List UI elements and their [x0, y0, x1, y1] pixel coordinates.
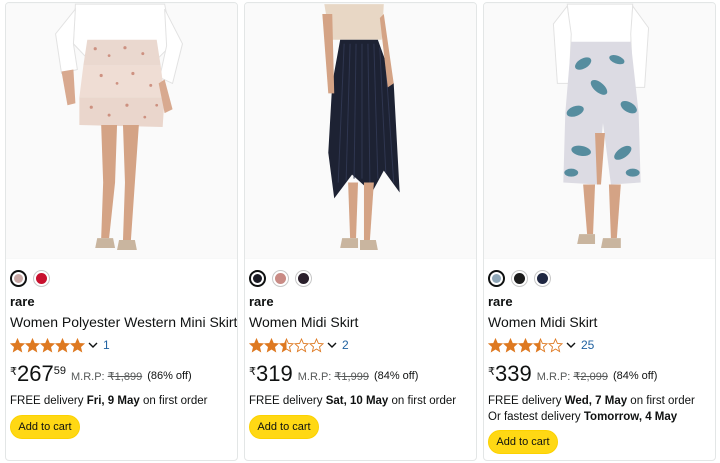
- delivery-prefix: FREE delivery: [488, 395, 565, 407]
- star-icon: [533, 337, 548, 352]
- product-image[interactable]: [484, 3, 715, 259]
- add-to-cart-button[interactable]: Add to cart: [488, 430, 558, 454]
- star-icon: [249, 337, 264, 352]
- fastest-delivery-prefix: Or fastest delivery: [488, 411, 584, 423]
- product-title[interactable]: Women Midi Skirt: [488, 314, 597, 330]
- delivery-suffix: on first order: [627, 395, 695, 407]
- mrp-value: ₹1,999: [334, 371, 369, 383]
- discount: (84% off): [373, 370, 419, 382]
- color-swatch[interactable]: [33, 269, 50, 287]
- chevron-down-icon[interactable]: [565, 339, 577, 351]
- rating-count[interactable]: 2: [342, 338, 349, 352]
- color-swatch[interactable]: [272, 269, 289, 287]
- add-to-cart-button[interactable]: Add to cart: [249, 415, 319, 439]
- delivery-suffix: on first order: [139, 395, 208, 407]
- product-card: rare Women Midi Skirt 25 ₹ 339 M.R.P: ₹2…: [483, 2, 716, 461]
- mrp-label: M.R.P:: [536, 371, 571, 383]
- star-icon: [548, 337, 563, 352]
- chevron-down-icon[interactable]: [326, 339, 338, 351]
- star-icon: [279, 337, 294, 352]
- fastest-delivery-date: Tomorrow, 4 May: [583, 411, 678, 423]
- rating-stars: [10, 337, 85, 353]
- star-icon: [518, 337, 533, 352]
- rating[interactable]: 2: [249, 337, 349, 353]
- star-icon: [294, 337, 309, 352]
- color-swatches: [10, 269, 50, 287]
- color-swatch[interactable]: [249, 269, 266, 287]
- product-image[interactable]: [245, 3, 476, 259]
- brand-name: rare: [249, 294, 274, 309]
- color-swatches: [488, 269, 551, 287]
- mrp-label: M.R.P:: [297, 371, 332, 383]
- discount: (86% off): [147, 370, 192, 382]
- color-swatch[interactable]: [488, 269, 505, 287]
- rating[interactable]: 1: [10, 337, 110, 353]
- chevron-down-icon[interactable]: [87, 339, 99, 351]
- delivery-info: FREE delivery Wed, 7 May on first order …: [488, 394, 695, 425]
- delivery-info: FREE delivery Sat, 10 May on first order: [249, 394, 456, 409]
- skirt-pleated-photo-icon: [245, 4, 476, 258]
- price: ₹ 319 M.R.P: ₹1,999 (84% off): [249, 362, 418, 386]
- brand-name: rare: [488, 294, 513, 309]
- rating-count[interactable]: 1: [103, 338, 110, 352]
- fastest-delivery-line: Or fastest delivery Tomorrow, 4 May: [488, 410, 695, 425]
- color-swatch[interactable]: [295, 269, 312, 287]
- color-swatch[interactable]: [534, 269, 551, 287]
- mrp-value: ₹1,899: [107, 371, 143, 383]
- color-swatch[interactable]: [10, 269, 27, 287]
- currency-symbol: ₹: [10, 366, 17, 378]
- rating[interactable]: 25: [488, 337, 594, 353]
- star-icon: [25, 337, 40, 352]
- price-fraction: 59: [53, 365, 66, 377]
- color-swatches: [249, 269, 312, 287]
- mrp: M.R.P: ₹1,999: [298, 370, 369, 383]
- price-whole: 319: [256, 361, 293, 386]
- price: ₹ 267 59 M.R.P: ₹1,899 (86% off): [10, 362, 192, 386]
- price-whole: 339: [495, 361, 532, 386]
- delivery-prefix: FREE delivery: [249, 395, 326, 407]
- delivery-suffix: on first order: [388, 395, 457, 407]
- star-icon: [264, 337, 279, 352]
- price-whole: 267: [17, 361, 54, 386]
- rating-stars: [488, 337, 563, 353]
- product-image[interactable]: [6, 3, 237, 259]
- star-icon: [488, 337, 503, 352]
- currency-symbol: ₹: [488, 366, 495, 378]
- mrp: M.R.P: ₹1,899: [71, 370, 142, 383]
- add-to-cart-button[interactable]: Add to cart: [10, 415, 80, 439]
- product-card: rare Women Polyester Western Mini Skirt …: [5, 2, 238, 461]
- delivery-prefix: FREE delivery: [10, 395, 87, 407]
- mrp: M.R.P: ₹2,099: [537, 370, 608, 383]
- product-title[interactable]: Women Midi Skirt: [249, 314, 358, 330]
- delivery-line: FREE delivery Wed, 7 May on first order: [488, 394, 695, 409]
- star-icon: [40, 337, 55, 352]
- delivery-info: FREE delivery Fri, 9 May on first order: [10, 394, 208, 409]
- product-grid: rare Women Polyester Western Mini Skirt …: [0, 0, 720, 463]
- discount: (84% off): [612, 370, 658, 382]
- product-title[interactable]: Women Polyester Western Mini Skirt: [10, 314, 237, 330]
- star-icon: [503, 337, 518, 352]
- skirt-print-photo-icon: [6, 3, 237, 258]
- brand-name: rare: [10, 294, 35, 309]
- delivery-date: Wed, 7 May: [564, 395, 628, 407]
- product-card: rare Women Midi Skirt 2 ₹ 319 M.R.P: ₹1,…: [244, 2, 477, 461]
- star-icon: [10, 337, 25, 352]
- mrp-label: M.R.P:: [70, 371, 105, 383]
- star-icon: [55, 337, 70, 352]
- star-icon: [309, 337, 324, 352]
- delivery-date: Fri, 9 May: [86, 395, 140, 407]
- color-swatch[interactable]: [511, 269, 528, 287]
- rating-count[interactable]: 25: [581, 338, 594, 352]
- mrp-value: ₹2,099: [573, 371, 608, 383]
- rating-stars: [249, 337, 324, 353]
- star-icon: [70, 337, 85, 352]
- skirt-floral-photo-icon: [484, 3, 715, 258]
- currency-symbol: ₹: [249, 366, 256, 378]
- price: ₹ 339 M.R.P: ₹2,099 (84% off): [488, 362, 657, 386]
- delivery-date: Sat, 10 May: [325, 395, 389, 407]
